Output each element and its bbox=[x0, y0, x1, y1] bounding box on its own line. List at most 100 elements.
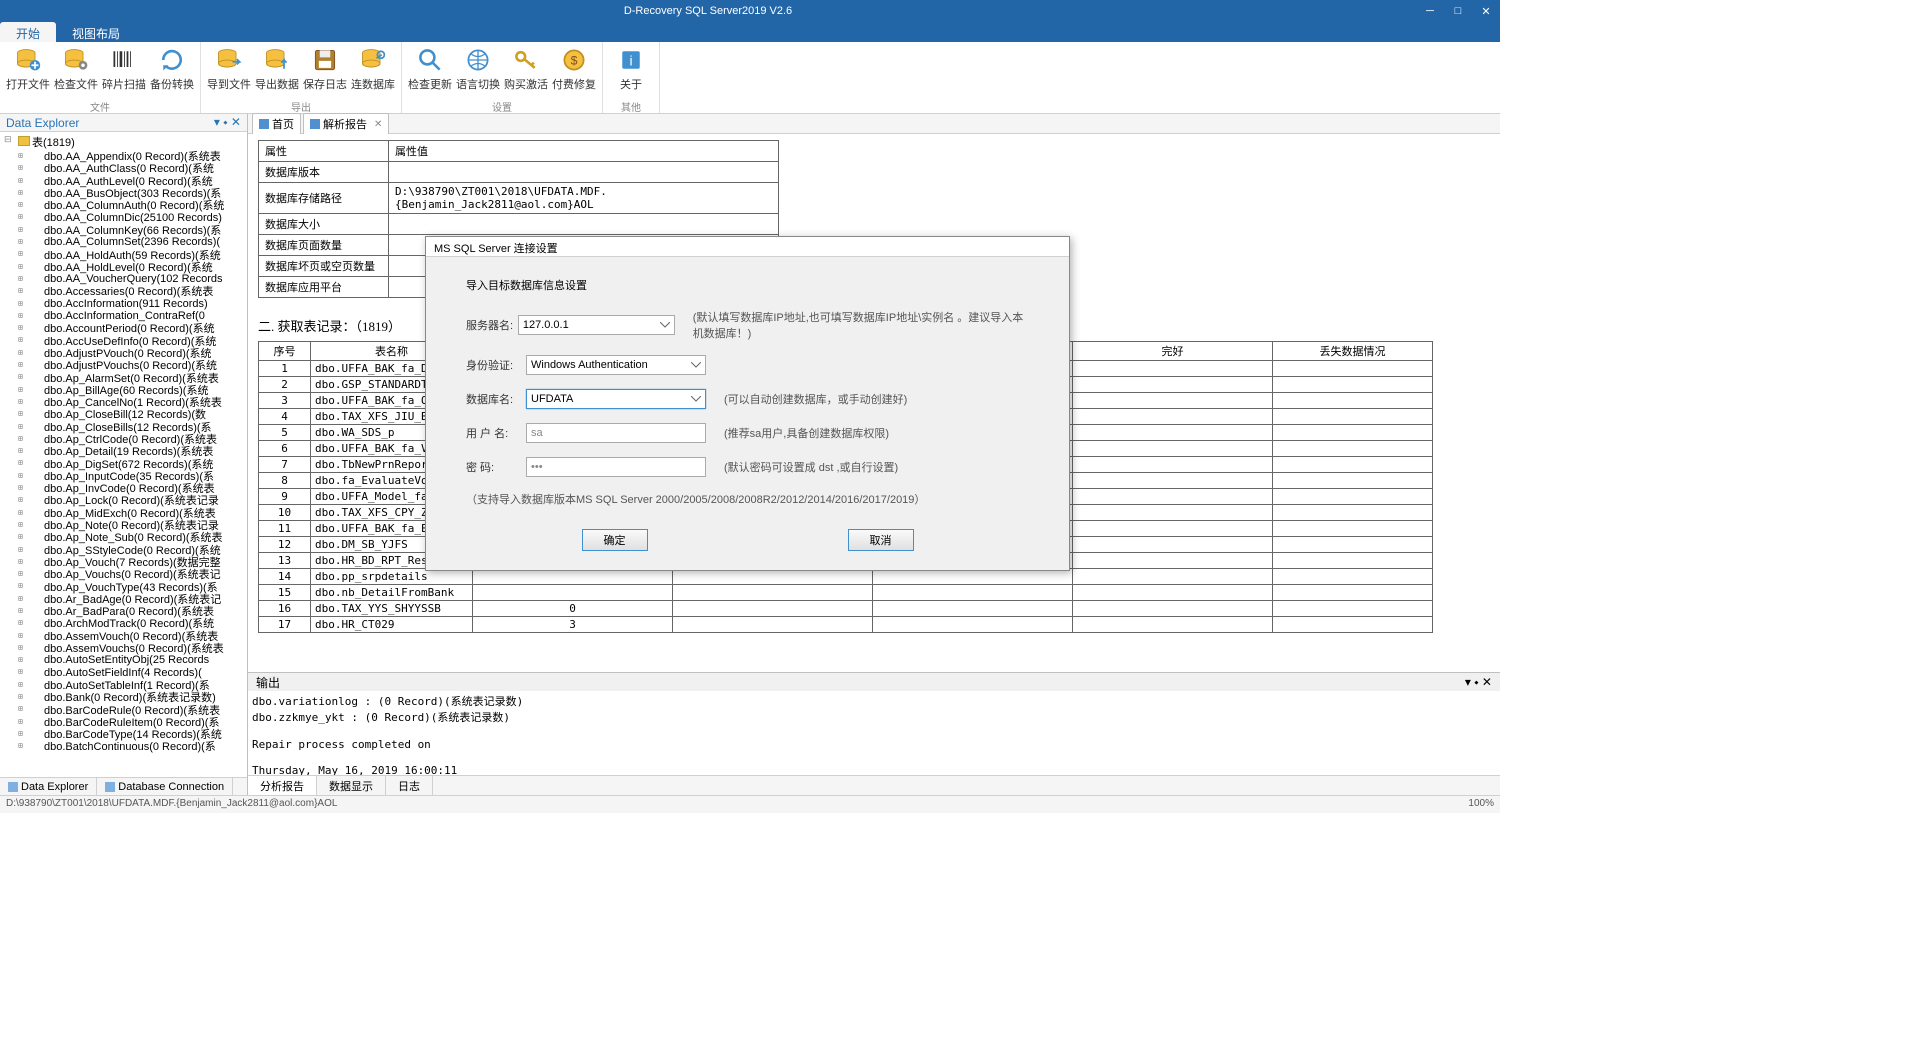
app-title: D-Recovery SQL Server2019 V2.6 bbox=[0, 5, 1416, 17]
prop-name: 数据库应用平台 bbox=[259, 277, 389, 298]
prop-name: 数据库大小 bbox=[259, 214, 389, 235]
ribbon-group-caption: 导出 bbox=[205, 99, 397, 113]
status-percent: 100% bbox=[1468, 798, 1494, 811]
tab-view[interactable]: 视图布局 bbox=[56, 22, 136, 42]
refresh-icon bbox=[158, 46, 186, 74]
outtab-log[interactable]: 日志 bbox=[386, 776, 433, 795]
status-bar: D:\938790\ZT001\2018\UFDATA.MDF.{Benjami… bbox=[0, 795, 1500, 813]
outtab-analysis[interactable]: 分析报告 bbox=[248, 776, 317, 795]
lbl-server: 服务器名: bbox=[466, 317, 518, 333]
tab-database-connection[interactable]: Database Connection bbox=[97, 778, 233, 795]
tree-node[interactable]: dbo.Accessaries(0 Record)(系统表 bbox=[4, 285, 247, 297]
tree-node[interactable]: dbo.AssemVouchs(0 Record)(系统表 bbox=[4, 642, 247, 654]
db-up-icon bbox=[263, 46, 291, 74]
lbl-auth: 身份验证: bbox=[466, 357, 526, 373]
connection-dialog: MS SQL Server 连接设置 导入目标数据库信息设置 服务器名: 127… bbox=[425, 236, 1070, 571]
report-tab-icon bbox=[310, 119, 320, 129]
explorer-tree[interactable]: 表(1819) dbo.AA_Appendix(0 Record)(系统表dbo… bbox=[0, 132, 247, 777]
table-row[interactable]: 15dbo.nb_DetailFromBank bbox=[259, 585, 1433, 601]
tree-node[interactable]: dbo.AA_ColumnKey(66 Records)(系 bbox=[4, 224, 247, 236]
doctab-home[interactable]: 首页 bbox=[252, 113, 301, 134]
panel-pin-icon[interactable]: ▾ ⬩ ✕ bbox=[214, 115, 241, 130]
server-input[interactable]: 127.0.0.1 bbox=[518, 315, 675, 335]
lbl-db: 数据库名: bbox=[466, 391, 526, 407]
close-icon[interactable]: ✕ bbox=[1472, 0, 1500, 22]
tree-node[interactable]: dbo.AutoSetEntityObj(25 Records bbox=[4, 654, 247, 666]
user-input[interactable] bbox=[526, 423, 706, 443]
data-explorer-panel: Data Explorer ▾ ⬩ ✕ 表(1819) dbo.AA_Appen… bbox=[0, 114, 248, 795]
close-tab-icon[interactable]: ✕ bbox=[374, 119, 382, 130]
db-input[interactable]: UFDATA bbox=[526, 389, 706, 409]
prop-value bbox=[389, 162, 779, 183]
prop-value bbox=[389, 214, 779, 235]
hint-user: (推荐sa用户,具备创建数据库权限) bbox=[724, 425, 889, 441]
tree-node[interactable]: dbo.AccInformation(911 Records) bbox=[4, 298, 247, 310]
tab-data-explorer[interactable]: Data Explorer bbox=[0, 778, 97, 795]
save-log-button[interactable]: 保存日志 bbox=[301, 44, 349, 99]
records-col-header: 完好 bbox=[1073, 342, 1273, 361]
auth-select[interactable]: Windows Authentication bbox=[526, 355, 706, 375]
check-update-button[interactable]: 检查更新 bbox=[406, 44, 454, 99]
records-col-header: 序号 bbox=[259, 342, 311, 361]
document-tabs: 首页 解析报告✕ bbox=[248, 114, 1500, 134]
doctab-report[interactable]: 解析报告✕ bbox=[303, 113, 389, 134]
outtab-data[interactable]: 数据显示 bbox=[317, 776, 386, 795]
pwd-input[interactable] bbox=[526, 457, 706, 477]
db-link-icon bbox=[359, 46, 387, 74]
barcode-icon bbox=[110, 46, 138, 74]
ribbon-group-caption: 设置 bbox=[406, 99, 598, 113]
prop-name: 数据库存储路径 bbox=[259, 183, 389, 214]
table-row[interactable]: 16dbo.TAX_YYS_SHYYSSB0 bbox=[259, 601, 1433, 617]
magnify-icon bbox=[416, 46, 444, 74]
output-body: dbo.variationlog : (0 Record)(系统表记录数) db… bbox=[248, 691, 1500, 775]
dialog-title: MS SQL Server 连接设置 bbox=[426, 237, 1069, 257]
menu-tabs: 开始 视图布局 bbox=[0, 22, 1500, 42]
svg-text:$: $ bbox=[571, 53, 578, 67]
ok-button[interactable]: 确定 bbox=[582, 529, 648, 551]
dialog-note: （支持导入数据库版本MS SQL Server 2000/2005/2008/2… bbox=[466, 491, 1029, 507]
minimize-icon[interactable]: ─ bbox=[1416, 0, 1444, 22]
paid-repair-button[interactable]: $付费修复 bbox=[550, 44, 598, 99]
maximize-icon[interactable]: □ bbox=[1444, 0, 1472, 22]
prop-name: 数据库页面数量 bbox=[259, 235, 389, 256]
prop-header-2: 属性值 bbox=[389, 141, 779, 162]
key-icon bbox=[512, 46, 540, 74]
tree-node[interactable]: dbo.AA_HoldLevel(0 Record)(系统 bbox=[4, 261, 247, 273]
export-db-button[interactable]: 导出数据 bbox=[253, 44, 301, 99]
lang-button[interactable]: 语言切换 bbox=[454, 44, 502, 99]
table-row[interactable]: 17dbo.HR_CT0293 bbox=[259, 617, 1433, 633]
lbl-user: 用 户 名: bbox=[466, 425, 526, 441]
hint-db: (可以自动创建数据库，或手动创建好) bbox=[724, 391, 907, 407]
ribbon-group-caption: 文件 bbox=[4, 99, 196, 113]
backup-convert-button[interactable]: 备份转换 bbox=[148, 44, 196, 99]
lbl-pwd: 密 码: bbox=[466, 459, 526, 475]
check-file-button[interactable]: 检查文件 bbox=[52, 44, 100, 99]
db-right-icon bbox=[215, 46, 243, 74]
db-gear-icon bbox=[62, 46, 90, 74]
svg-text:i: i bbox=[629, 52, 632, 68]
status-path: D:\938790\ZT001\2018\UFDATA.MDF.{Benjami… bbox=[6, 798, 337, 811]
output-panel: 输出 ▾ ⬩ ✕ dbo.variationlog : (0 Record)(系… bbox=[248, 672, 1500, 795]
hint-server: (默认填写数据库IP地址,也可填写数据库IP地址\实例名 。建议导入本机数据库！… bbox=[693, 309, 1029, 341]
hint-pwd: (默认密码可设置成 dst ,或自行设置) bbox=[724, 459, 898, 475]
about-button[interactable]: i关于 bbox=[607, 44, 655, 99]
records-col-header: 丢失数据情况 bbox=[1273, 342, 1433, 361]
to-file-button[interactable]: 导到文件 bbox=[205, 44, 253, 99]
open-file-button[interactable]: 打开文件 bbox=[4, 44, 52, 99]
db-plus-icon bbox=[14, 46, 42, 74]
tree-node[interactable]: dbo.AA_ColumnAuth(0 Record)(系统 bbox=[4, 199, 247, 211]
buy-button[interactable]: 购买激活 bbox=[502, 44, 550, 99]
ribbon: 打开文件检查文件碎片扫描备份转换文件导到文件导出数据保存日志连数据库导出检查更新… bbox=[0, 42, 1500, 114]
explorer-title: Data Explorer bbox=[6, 116, 79, 130]
tree-node[interactable]: dbo.BatchContinuous(0 Record)(系 bbox=[4, 740, 247, 752]
home-tab-icon bbox=[259, 119, 269, 129]
output-panel-controls[interactable]: ▾ ⬩ ✕ bbox=[1465, 675, 1492, 690]
tab-start[interactable]: 开始 bbox=[0, 22, 56, 42]
prop-value: D:\938790\ZT001\2018\UFDATA.MDF.{Benjami… bbox=[389, 183, 779, 214]
globe-icon bbox=[464, 46, 492, 74]
frag-scan-button[interactable]: 碎片扫描 bbox=[100, 44, 148, 99]
connect-db-button[interactable]: 连数据库 bbox=[349, 44, 397, 99]
explorer-tab-icon bbox=[8, 782, 18, 792]
output-tabs: 分析报告 数据显示 日志 bbox=[248, 775, 1500, 795]
cancel-button[interactable]: 取消 bbox=[848, 529, 914, 551]
